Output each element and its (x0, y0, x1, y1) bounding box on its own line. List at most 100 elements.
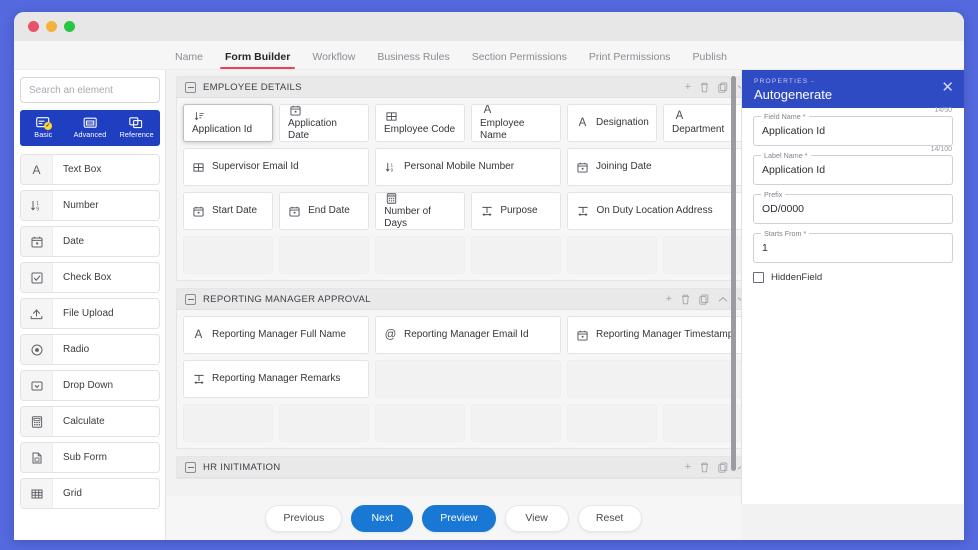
add-field-icon[interactable]: + (666, 293, 672, 305)
chevron-up-icon[interactable] (718, 296, 728, 303)
collapse-section-icon[interactable] (185, 293, 196, 305)
app-window: Name Form Builder Workflow Business Rule… (14, 12, 964, 540)
prefix-value: OD/0000 (762, 203, 805, 215)
field-card-start-date[interactable]: Start Date (183, 192, 274, 230)
palette-item-date[interactable]: Date (20, 226, 160, 257)
field-dropzone[interactable] (471, 404, 561, 442)
maximize-window-button[interactable] (64, 21, 75, 32)
field-card-designation[interactable]: A Designation (567, 104, 657, 142)
add-field-icon[interactable]: + (685, 461, 691, 473)
starts-from-value: 1 (762, 242, 768, 254)
search-input[interactable] (20, 77, 160, 103)
advanced-card-icon (83, 117, 98, 129)
field-card-number-of-days[interactable]: Number of Days (375, 192, 466, 230)
section-title: EMPLOYEE DETAILS (203, 81, 302, 93)
delete-section-icon[interactable] (700, 462, 709, 473)
field-dropzone[interactable] (183, 236, 273, 274)
preview-button[interactable]: Preview (422, 504, 496, 532)
tab-name[interactable]: Name (164, 51, 214, 69)
letter-a-icon: A (483, 104, 492, 116)
prefix-label: Prefix (761, 190, 786, 199)
palette-item-grid[interactable]: Grid (20, 478, 160, 509)
tab-form-builder[interactable]: Form Builder (214, 51, 301, 69)
field-name-input[interactable]: Field Name * Application Id (753, 112, 953, 146)
close-window-button[interactable] (28, 21, 39, 32)
field-card-employee-name[interactable]: A Employee Name (471, 104, 561, 142)
field-dropzone[interactable] (375, 360, 562, 398)
field-card-employee-code[interactable]: Employee Code (375, 104, 465, 142)
field-card-purpose[interactable]: Purpose (471, 192, 562, 230)
view-button[interactable]: View (504, 504, 569, 532)
field-dropzone[interactable] (567, 404, 657, 442)
starts-from-input[interactable]: Starts From * 1 (753, 229, 953, 263)
next-button[interactable]: Next (351, 504, 414, 532)
letter-a-icon: A (21, 155, 53, 184)
field-card-personal-mobile-number[interactable]: 19 Personal Mobile Number (375, 148, 561, 186)
field-dropzone[interactable] (663, 404, 741, 442)
tab-section-permissions[interactable]: Section Permissions (461, 51, 578, 69)
palette-item-file-upload[interactable]: File Upload (20, 298, 160, 329)
reset-button[interactable]: Reset (577, 504, 642, 532)
collapse-section-icon[interactable] (185, 81, 196, 93)
palette-item-label: Number (63, 200, 99, 211)
palette-item-calculate[interactable]: Calculate (20, 406, 160, 437)
field-card-label: End Date (308, 205, 350, 216)
field-card-reporting-manager-full-name[interactable]: A Reporting Manager Full Name (183, 316, 369, 354)
palette-item-label: File Upload (63, 308, 114, 319)
field-card-label: Purpose (500, 205, 538, 216)
field-dropzone[interactable] (567, 360, 741, 398)
add-field-icon[interactable]: + (685, 81, 691, 93)
label-name-input[interactable]: Label Name * Application Id (753, 151, 953, 185)
field-dropzone[interactable] (375, 404, 465, 442)
field-card-end-date[interactable]: End Date (279, 192, 370, 230)
palette-tab-basic[interactable]: ✓ Basic (20, 117, 67, 139)
delete-section-icon[interactable] (700, 82, 709, 93)
field-card-department[interactable]: A Department (663, 104, 741, 142)
field-card-on-duty-location-address[interactable]: On Duty Location Address (567, 192, 741, 230)
collapse-section-icon[interactable] (185, 461, 196, 473)
field-card-label: Reporting Manager Remarks (212, 373, 341, 384)
copy-section-icon[interactable] (718, 82, 728, 93)
tab-workflow[interactable]: Workflow (301, 51, 366, 69)
property-starts-from: Starts From * 1 (753, 229, 953, 263)
delete-section-icon[interactable] (681, 294, 690, 305)
field-card-application-id[interactable]: Application Id (183, 104, 273, 142)
field-dropzone[interactable] (183, 404, 273, 442)
tab-business-rules[interactable]: Business Rules (366, 51, 460, 69)
canvas-scrollbar[interactable] (731, 76, 736, 471)
palette-tab-advanced-label: Advanced (73, 130, 107, 139)
copy-section-icon[interactable] (699, 294, 709, 305)
field-card-supervisor-email-id[interactable]: Supervisor Email Id (183, 148, 369, 186)
copy-section-icon[interactable] (718, 462, 728, 473)
field-dropzone[interactable] (375, 236, 465, 274)
field-dropzone[interactable] (663, 236, 741, 274)
properties-title: Autogenerate (754, 87, 833, 102)
field-card-reporting-manager-timestamp[interactable]: Reporting Manager Timestamp (567, 316, 741, 354)
tab-print-permissions[interactable]: Print Permissions (578, 51, 682, 69)
palette-tab-advanced[interactable]: Advanced (67, 117, 114, 139)
hidden-field-checkbox[interactable] (753, 272, 764, 283)
label-name-value: Application Id (762, 164, 826, 176)
close-icon[interactable]: ✕ (941, 74, 954, 96)
prefix-input[interactable]: Prefix OD/0000 (753, 190, 953, 224)
field-card-reporting-manager-email-id[interactable]: @ Reporting Manager Email Id (375, 316, 561, 354)
field-dropzone[interactable] (567, 236, 657, 274)
field-dropzone[interactable] (471, 236, 561, 274)
field-card-application-date[interactable]: Application Date (279, 104, 369, 142)
palette-item-sub-form[interactable]: Sub Form (20, 442, 160, 473)
minimize-window-button[interactable] (46, 21, 57, 32)
palette-item-check-box[interactable]: Check Box (20, 262, 160, 293)
previous-button[interactable]: Previous (265, 504, 343, 532)
tab-publish[interactable]: Publish (682, 51, 738, 69)
palette-item-text-box[interactable]: A Text Box (20, 154, 160, 185)
field-dropzone[interactable] (279, 236, 369, 274)
field-card-reporting-manager-remarks[interactable]: Reporting Manager Remarks (183, 360, 370, 398)
palette-tab-reference[interactable]: Reference (113, 117, 160, 139)
palette-item-radio[interactable]: Radio (20, 334, 160, 365)
property-field-name: 14/50 Field Name * Application Id (753, 107, 953, 146)
field-card-joining-date[interactable]: Joining Date (567, 148, 741, 186)
calendar-icon (576, 162, 589, 173)
palette-item-number[interactable]: 1 9 Number (20, 190, 160, 221)
field-dropzone[interactable] (279, 404, 369, 442)
palette-item-drop-down[interactable]: Drop Down (20, 370, 160, 401)
